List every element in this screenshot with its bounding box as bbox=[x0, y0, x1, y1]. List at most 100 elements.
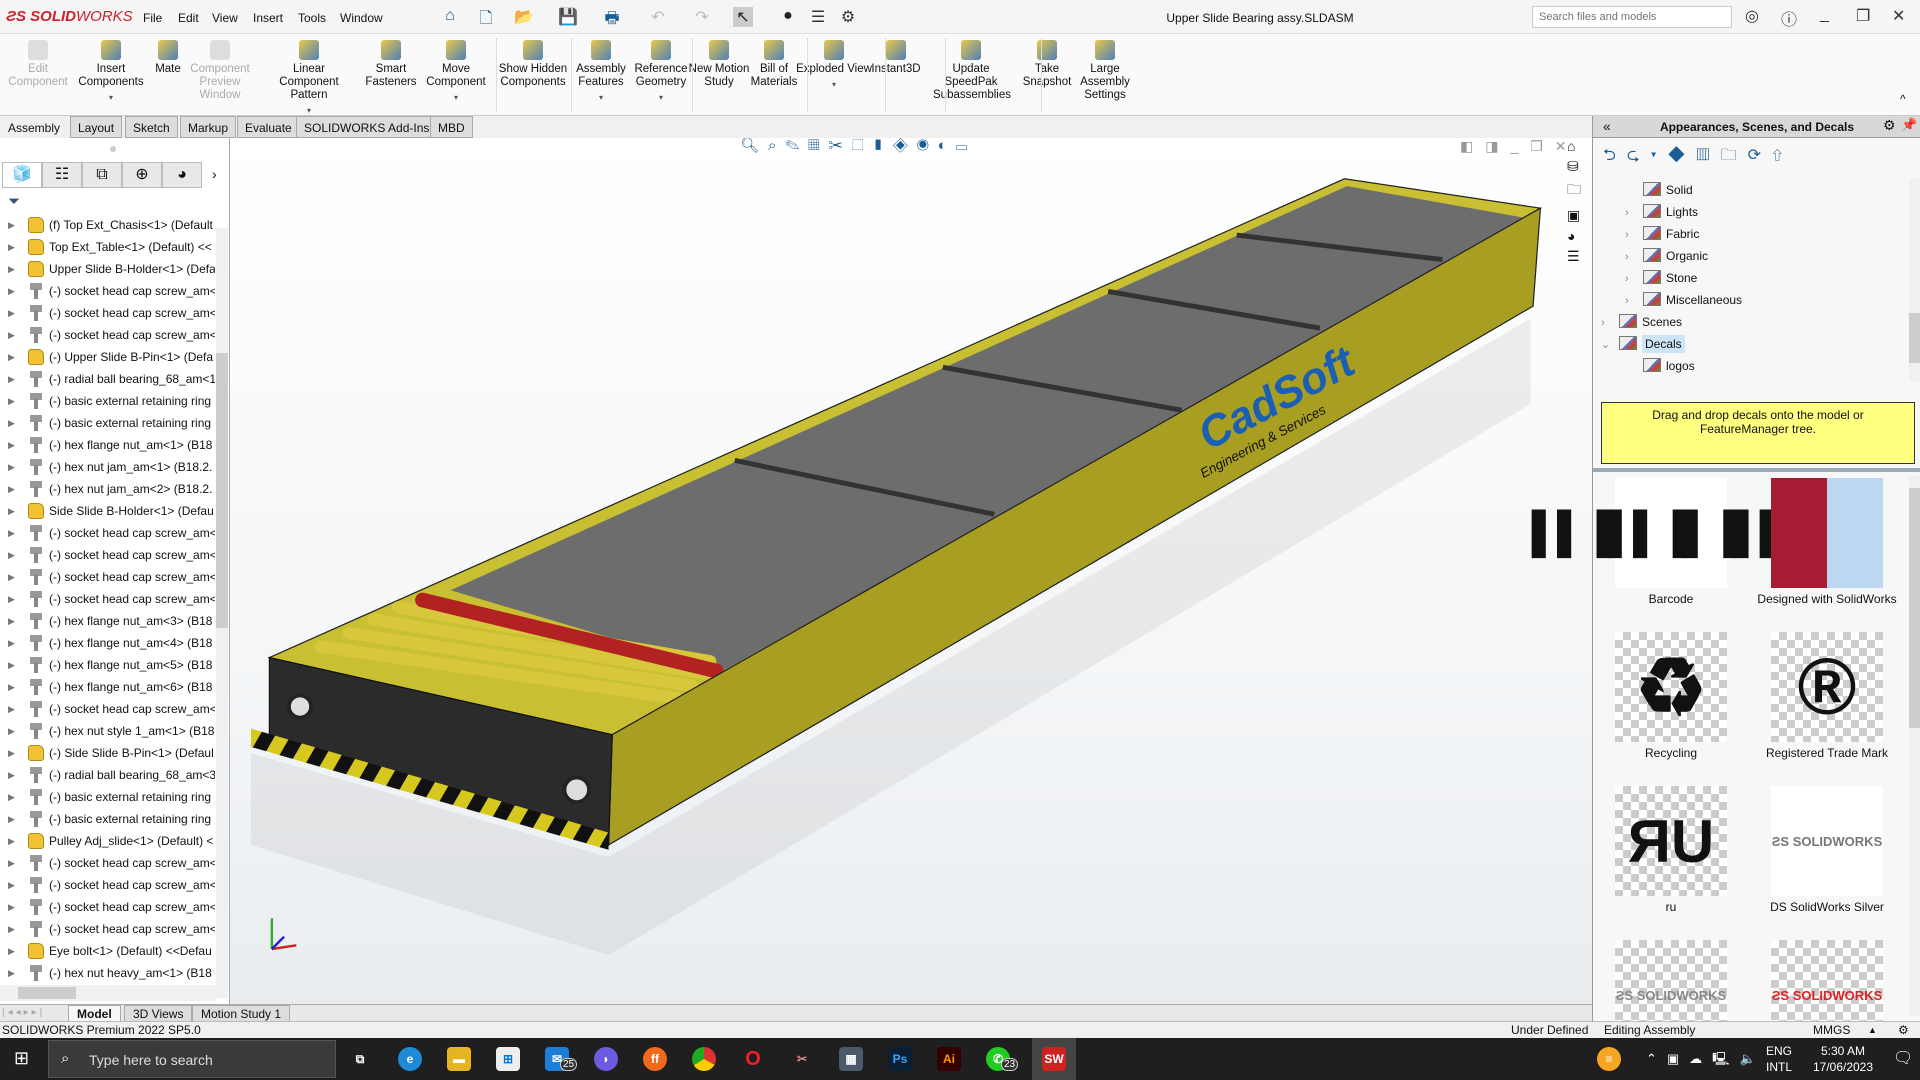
heads-up-view-toolbar[interactable]: 🔍︎⌕✎▦✂⬚▮◈◉◐▭ bbox=[740, 138, 976, 154]
menu-view[interactable]: View bbox=[212, 11, 238, 25]
appearance-folder-miscellaneous[interactable]: › Miscellaneous bbox=[1625, 289, 1742, 311]
expand-arrow-icon[interactable]: ▶ bbox=[8, 368, 15, 390]
windows-start-icon[interactable]: ⊞ bbox=[14, 1048, 29, 1069]
appearance-folder-decals[interactable]: ⌄ Decals bbox=[1601, 333, 1685, 355]
tab-assembly[interactable]: Assembly bbox=[0, 116, 69, 138]
expand-arrow-icon[interactable]: ▶ bbox=[8, 896, 15, 918]
tree-item[interactable]: ▶ (-) hex flange nut_am<4> (B18 bbox=[0, 632, 215, 654]
customize-icon[interactable]: ⚙ bbox=[1898, 1022, 1909, 1039]
tree-item[interactable]: ▶ (-) radial ball bearing_68_am<3 bbox=[0, 764, 215, 786]
edge-icon[interactable]: e bbox=[398, 1047, 422, 1071]
options-gear-icon[interactable]: ⚙ bbox=[838, 7, 858, 27]
chevron-right-icon[interactable]: › bbox=[212, 166, 217, 182]
task-pane-tabs[interactable]: ⌂ ⛁ 🗀 ▣ ◕ ☰ bbox=[1567, 138, 1589, 313]
ribbon-instant3d[interactable]: Instant3D bbox=[858, 40, 934, 76]
open-icon[interactable]: 📂 bbox=[514, 7, 534, 27]
expand-arrow-icon[interactable]: ▶ bbox=[8, 434, 15, 456]
expand-arrow-icon[interactable]: ▶ bbox=[8, 346, 15, 368]
tree-item[interactable]: ▶ (-) socket head cap screw_am< bbox=[0, 918, 215, 940]
expand-arrow-icon[interactable]: ▶ bbox=[8, 412, 15, 434]
print-icon[interactable]: 🖶 bbox=[602, 7, 622, 27]
decal-thumbnail[interactable]: ▌▌▐▌▌▐▌▐▌▌▐ bbox=[1532, 478, 1813, 588]
tab-markup[interactable]: Markup bbox=[180, 116, 237, 138]
close-button[interactable]: ✕ bbox=[1892, 6, 1905, 26]
tree-item[interactable]: ▶ (-) hex nut jam_am<1> (B18.2. bbox=[0, 456, 215, 478]
undo-icon[interactable]: ↶ bbox=[648, 7, 668, 27]
expand-arrow-icon[interactable]: ▶ bbox=[8, 742, 15, 764]
settings-gear-icon[interactable]: ⚙ bbox=[1883, 117, 1896, 134]
ribbon-move-component[interactable]: Move Component ▾ bbox=[418, 40, 494, 104]
bottom-tab-model[interactable]: Model bbox=[68, 1005, 121, 1022]
expand-arrow-icon[interactable]: ▶ bbox=[8, 632, 15, 654]
tree-item[interactable]: ▶ (-) radial ball bearing_68_am<1 bbox=[0, 368, 215, 390]
expand-arrow-icon[interactable]: ▶ bbox=[8, 214, 15, 236]
system-tray-icons[interactable]: ⌃▣☁🖳🔈 bbox=[1646, 1050, 1766, 1072]
ribbon-show-hidden-components[interactable]: Show Hidden Components bbox=[495, 40, 571, 89]
tree-item[interactable]: ▶ (-) basic external retaining ring bbox=[0, 390, 215, 412]
help-icon[interactable]: ⓘ bbox=[1781, 6, 1797, 30]
menu-window[interactable]: Window bbox=[340, 11, 383, 25]
decal-thumbnail[interactable]: ƧS SOLIDWORKS bbox=[1771, 786, 1883, 896]
appearance-folder-logos[interactable]: logos bbox=[1625, 355, 1695, 377]
expand-arrow-icon[interactable]: ▶ bbox=[8, 390, 15, 412]
firefox-icon[interactable]: ff bbox=[643, 1047, 667, 1071]
expand-arrow-icon[interactable]: ▶ bbox=[8, 830, 15, 852]
grip-handle[interactable] bbox=[110, 146, 116, 152]
chevron-down-icon[interactable]: ⌄ bbox=[1601, 334, 1619, 356]
units-up-icon[interactable]: ▲ bbox=[1868, 1022, 1877, 1039]
home-icon[interactable]: ⌂ bbox=[440, 7, 460, 27]
dropdown-arrow-icon[interactable]: ▾ bbox=[623, 91, 699, 104]
expand-arrow-icon[interactable]: ▶ bbox=[8, 786, 15, 808]
tree-item[interactable]: ▶ (-) basic external retaining ring bbox=[0, 786, 215, 808]
expand-arrow-icon[interactable]: ▶ bbox=[8, 654, 15, 676]
tree-item[interactable]: ▶ (-) socket head cap screw_am< bbox=[0, 566, 215, 588]
tree-item[interactable]: ▶ (-) hex nut heavy_am<1> (B18 bbox=[0, 962, 215, 984]
dropdown-arrow-icon[interactable]: ▾ bbox=[418, 91, 494, 104]
chevron-right-icon[interactable]: › bbox=[1625, 224, 1643, 246]
expand-arrow-icon[interactable]: ▶ bbox=[8, 610, 15, 632]
tree-item[interactable]: ▶ Pulley Adj_slide<1> (Default) < bbox=[0, 830, 215, 852]
pane-splitter[interactable] bbox=[1593, 468, 1920, 472]
property-manager-tab[interactable]: ☷ bbox=[42, 162, 82, 188]
horizontal-scrollbar[interactable] bbox=[0, 985, 216, 1001]
chevron-right-icon[interactable]: › bbox=[1625, 268, 1643, 290]
tree-item[interactable]: ▶ (-) Upper Slide B-Pin<1> (Defa bbox=[0, 346, 215, 368]
expand-arrow-icon[interactable]: ▶ bbox=[8, 324, 15, 346]
tree-item[interactable]: ▶ (-) socket head cap screw_am< bbox=[0, 280, 215, 302]
file-properties-icon[interactable]: ☰ bbox=[808, 7, 828, 27]
tree-item[interactable]: ▶ (-) hex nut style 1_am<1> (B18 bbox=[0, 720, 215, 742]
search-input[interactable] bbox=[1532, 6, 1732, 28]
menu-file[interactable]: File bbox=[143, 11, 162, 25]
tree-item[interactable]: ▶ (-) socket head cap screw_am< bbox=[0, 896, 215, 918]
tab-sketch[interactable]: Sketch bbox=[125, 116, 178, 138]
tree-item[interactable]: ▶ (f) Top Ext_Chasis<1> (Default bbox=[0, 214, 215, 236]
solidworks-taskbar-active[interactable]: SW bbox=[1032, 1038, 1076, 1080]
ribbon-large-assembly-settings[interactable]: Large Assembly Settings bbox=[1067, 40, 1143, 102]
menu-edit[interactable]: Edit bbox=[178, 11, 199, 25]
expand-arrow-icon[interactable]: ▶ bbox=[8, 566, 15, 588]
expand-arrow-icon[interactable]: ▶ bbox=[8, 588, 15, 610]
tree-item[interactable]: ▶ (-) Side Slide B-Pin<1> (Defaul bbox=[0, 742, 215, 764]
tree-item[interactable]: ▶ Top Ext_Table<1> (Default) << bbox=[0, 236, 215, 258]
viewport-window-controls[interactable]: ◧◨_❐✕ bbox=[1460, 138, 1579, 155]
tab-layout[interactable]: Layout bbox=[70, 116, 123, 138]
collapse-ribbon-icon[interactable]: ^ bbox=[1900, 92, 1906, 106]
tree-item[interactable]: ▶ (-) hex flange nut_am<5> (B18 bbox=[0, 654, 215, 676]
redo-icon[interactable]: ↷ bbox=[692, 7, 712, 27]
expand-arrow-icon[interactable]: ▶ bbox=[8, 280, 15, 302]
tree-item[interactable]: ▶ (-) basic external retaining ring bbox=[0, 808, 215, 830]
configuration-manager-tab[interactable]: ⧉ bbox=[82, 162, 122, 188]
language-indicator[interactable]: ENG INTL bbox=[1766, 1043, 1792, 1075]
appearance-folder-solid[interactable]: Solid bbox=[1625, 179, 1693, 201]
ribbon-linear-component-pattern[interactable]: Linear Component Pattern ▾ bbox=[271, 40, 347, 117]
filter-icon[interactable]: ⏷ bbox=[8, 193, 20, 210]
select-icon[interactable]: ↖ bbox=[733, 7, 753, 27]
copilot-icon[interactable]: ◗ bbox=[594, 1047, 618, 1071]
photoshop-icon[interactable]: Ps bbox=[888, 1047, 912, 1071]
tab-solidworks-add-ins[interactable]: SOLIDWORKS Add-Ins bbox=[296, 116, 438, 138]
decal-thumbnail[interactable] bbox=[1771, 478, 1883, 588]
expand-arrow-icon[interactable]: ▶ bbox=[8, 544, 15, 566]
weather-icon[interactable]: ≡ bbox=[1597, 1047, 1621, 1071]
dimxpert-tab[interactable]: ⊕ bbox=[122, 162, 162, 188]
tab-mbd[interactable]: MBD bbox=[430, 116, 473, 138]
